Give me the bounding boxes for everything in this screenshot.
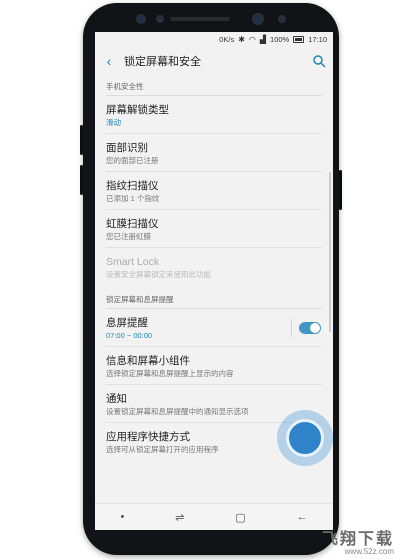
power-button <box>339 170 342 210</box>
wifi-icon: ◠ <box>248 34 256 44</box>
list-item-fingerprint[interactable]: 指纹扫描仪 已添加 1 个指纹 <box>95 172 333 210</box>
watermark: 飞翔下载 www.52z.com <box>322 525 394 556</box>
item-title: 虹膜扫描仪 <box>106 218 159 230</box>
recent-apps-icon[interactable]: ⇌ <box>175 511 184 524</box>
list-item-info-widgets[interactable]: 信息和屏幕小组件 选择锁定屏幕和息屏提醒上显示的内容 <box>95 347 333 385</box>
item-title: 屏幕解锁类型 <box>106 104 169 116</box>
front-camera-icon <box>252 13 264 25</box>
watermark-brand: 飞翔下载 <box>321 531 394 548</box>
home-icon[interactable]: ▢ <box>235 511 245 524</box>
list-item-always-on-display[interactable]: 息屏提醒 07:00 ~ 00:00 <box>95 309 333 347</box>
network-speed: 0K/s <box>219 34 235 44</box>
item-subtitle: 滑动 <box>106 118 121 127</box>
item-subtitle: 您已注册虹膜 <box>106 232 151 241</box>
list-item-face-recognition[interactable]: 面部识别 您的面部已注册 <box>95 134 333 172</box>
list-item-iris[interactable]: 虹膜扫描仪 您已注册虹膜 <box>95 210 333 248</box>
battery-icon <box>293 35 305 43</box>
touch-indicator-dot <box>286 419 324 457</box>
item-subtitle: 已添加 1 个指纹 <box>106 194 160 203</box>
list-item-smart-lock: Smart Lock 设置安全屏幕锁定来使用此功能 <box>95 248 333 286</box>
sensor-icon <box>156 15 164 23</box>
search-icon[interactable] <box>312 54 326 68</box>
earpiece <box>170 17 230 21</box>
volume-button <box>80 125 83 155</box>
status-bar: 0K/s ✱ ◠ ▟ 100% 17:10 <box>95 32 333 46</box>
back-icon[interactable]: ← <box>297 511 308 523</box>
item-subtitle: 07:00 ~ 00:00 <box>106 331 153 340</box>
item-title: 息屏提醒 <box>106 317 148 329</box>
bluetooth-icon: ✱ <box>238 34 245 44</box>
divider <box>291 319 292 337</box>
sensor-icon <box>278 15 286 23</box>
item-subtitle: 您的面部已注册 <box>106 156 159 165</box>
scrollbar[interactable] <box>329 172 331 332</box>
section-label-aod: 锁定屏幕和息屏提醒 <box>106 295 174 304</box>
app-header: ‹ 锁定屏幕和安全 <box>95 46 333 76</box>
item-title: 指纹扫描仪 <box>106 180 159 192</box>
always-on-display-toggle[interactable] <box>299 322 321 334</box>
sensor-icon <box>136 14 146 24</box>
dot-icon[interactable]: • <box>120 511 124 523</box>
back-arrow-icon[interactable]: ‹ <box>100 53 118 69</box>
status-time: 17:10 <box>308 34 327 44</box>
section-label-phone-security: 手机安全性 <box>106 82 144 91</box>
item-subtitle: 设置安全屏幕锁定来使用此功能 <box>106 270 211 279</box>
signal-icon: ▟ <box>259 34 267 44</box>
battery-percent: 100% <box>270 34 290 44</box>
item-title: 面部识别 <box>106 142 148 154</box>
item-title: 信息和屏幕小组件 <box>106 355 190 367</box>
bixby-button <box>80 165 83 195</box>
item-title: 通知 <box>106 393 127 405</box>
page-title: 锁定屏幕和安全 <box>124 56 201 68</box>
navigation-bar: • ⇌ ▢ ← <box>95 503 333 530</box>
item-title: Smart Lock <box>106 256 160 268</box>
item-subtitle: 选择锁定屏幕和息屏提醒上显示的内容 <box>106 369 234 378</box>
list-item-unlock-type[interactable]: 屏幕解锁类型 滑动 <box>95 96 333 134</box>
